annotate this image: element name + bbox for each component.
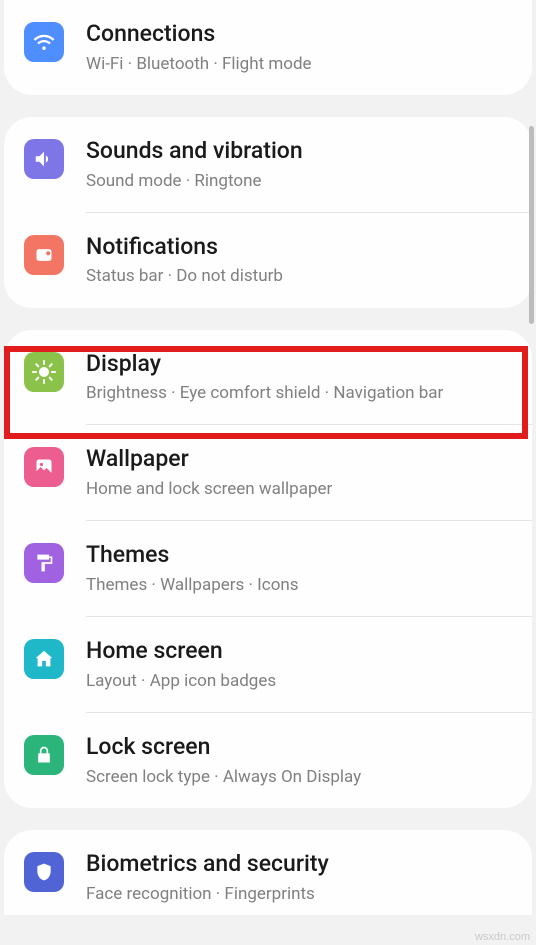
settings-item-text: Wallpaper Home and lock screen wallpaper [86,445,512,500]
settings-item-display[interactable]: Display Brightness · Eye comfort shield … [4,330,532,425]
settings-item-text: Themes Themes · Wallpapers · Icons [86,541,512,596]
home-icon [24,639,64,679]
settings-item-subtitle: Brightness · Eye comfort shield · Naviga… [86,382,512,404]
settings-item-subtitle: Sound mode · Ringtone [86,170,512,192]
scrollbar[interactable] [529,126,534,324]
settings-group-biometrics: Biometrics and security Face recognition… [4,830,532,915]
settings-group-sounds: Sounds and vibration Sound mode · Ringto… [4,117,532,308]
settings-item-title: Sounds and vibration [86,137,512,166]
settings-item-subtitle: Themes · Wallpapers · Icons [86,574,512,596]
settings-item-subtitle: Status bar · Do not disturb [86,265,512,287]
settings-item-text: Sounds and vibration Sound mode · Ringto… [86,137,512,192]
notification-icon [24,235,64,275]
settings-item-wallpaper[interactable]: Wallpaper Home and lock screen wallpaper [4,425,532,520]
image-icon [24,447,64,487]
settings-item-biometrics[interactable]: Biometrics and security Face recognition… [4,830,532,915]
paint-icon [24,543,64,583]
brightness-icon [24,352,64,392]
volume-icon [24,139,64,179]
wifi-icon [24,22,64,62]
settings-item-title: Biometrics and security [86,850,512,879]
settings-item-title: Home screen [86,637,512,666]
settings-item-notifications[interactable]: Notifications Status bar · Do not distur… [4,213,532,308]
settings-item-homescreen[interactable]: Home screen Layout · App icon badges [4,617,532,712]
shield-icon [24,852,64,892]
settings-item-subtitle: Home and lock screen wallpaper [86,478,512,500]
settings-item-title: Display [86,350,512,379]
settings-group-display: Display Brightness · Eye comfort shield … [4,330,532,808]
settings-item-title: Themes [86,541,512,570]
settings-group-connections: Connections Wi-Fi · Bluetooth · Flight m… [4,0,532,95]
settings-item-title: Lock screen [86,733,512,762]
settings-item-text: Display Brightness · Eye comfort shield … [86,350,512,405]
watermark: wsxdn.com [475,931,530,943]
settings-item-subtitle: Wi-Fi · Bluetooth · Flight mode [86,53,512,75]
settings-item-text: Home screen Layout · App icon badges [86,637,512,692]
settings-item-lockscreen[interactable]: Lock screen Screen lock type · Always On… [4,713,532,808]
settings-item-title: Connections [86,20,512,49]
settings-item-title: Notifications [86,233,512,262]
lock-icon [24,735,64,775]
settings-item-themes[interactable]: Themes Themes · Wallpapers · Icons [4,521,532,616]
settings-item-sounds[interactable]: Sounds and vibration Sound mode · Ringto… [4,117,532,212]
settings-item-title: Wallpaper [86,445,512,474]
settings-item-subtitle: Face recognition · Fingerprints [86,883,512,905]
settings-item-text: Lock screen Screen lock type · Always On… [86,733,512,788]
settings-item-subtitle: Layout · App icon badges [86,670,512,692]
settings-item-text: Biometrics and security Face recognition… [86,850,512,905]
settings-item-subtitle: Screen lock type · Always On Display [86,766,512,788]
settings-item-text: Connections Wi-Fi · Bluetooth · Flight m… [86,20,512,75]
settings-item-text: Notifications Status bar · Do not distur… [86,233,512,288]
settings-item-connections[interactable]: Connections Wi-Fi · Bluetooth · Flight m… [4,0,532,95]
